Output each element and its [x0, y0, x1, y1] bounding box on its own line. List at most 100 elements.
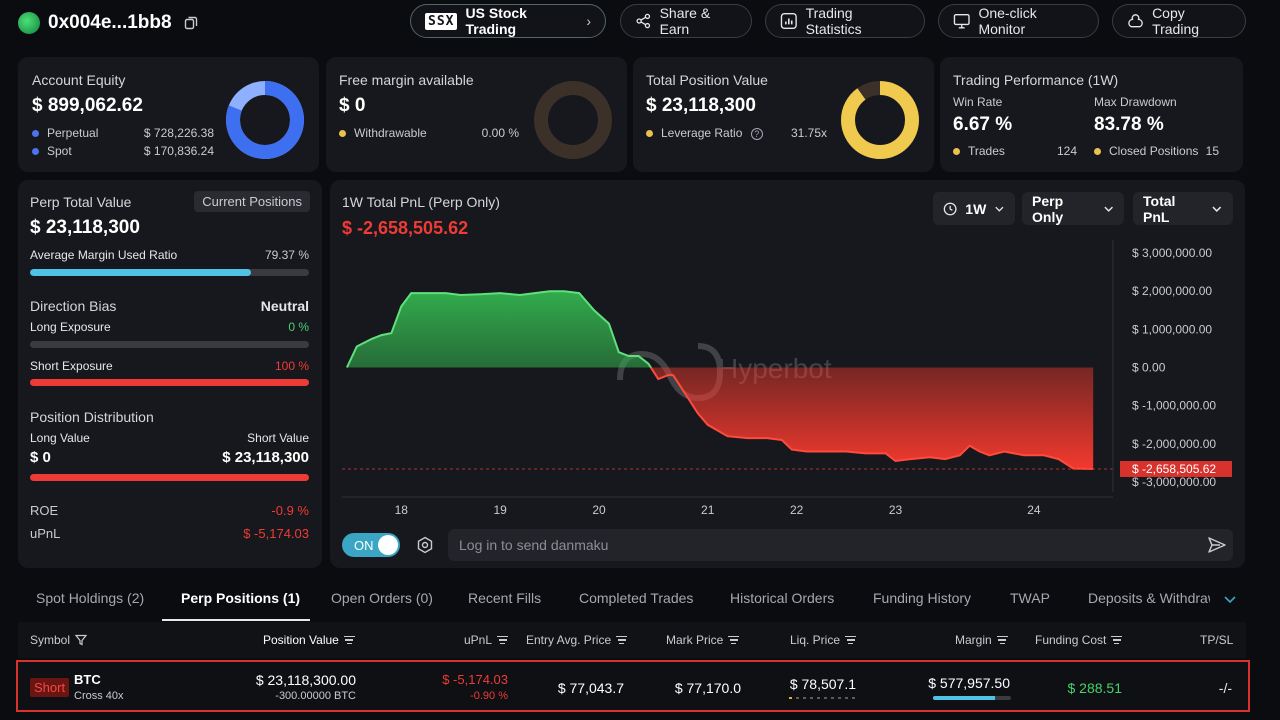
scope-dropdown[interactable]: Perp Only [1022, 192, 1124, 225]
help-icon[interactable]: ? [750, 127, 763, 140]
one-click-monitor-label: One-click Monitor [978, 5, 1037, 37]
header-position-value[interactable]: Position Value [263, 633, 355, 647]
x-tick-label: 23 [889, 503, 903, 517]
win-rate-label: Win Rate [953, 95, 1003, 109]
filter-icon[interactable] [75, 634, 88, 646]
copy-trading-button[interactable]: Copy Trading [1112, 4, 1246, 38]
current-positions-tag[interactable]: Current Positions [194, 191, 310, 212]
long-value-label: Long Value [30, 431, 90, 445]
symbol-name[interactable]: BTC [74, 672, 101, 687]
tabs-expand-chevron-icon[interactable] [1223, 592, 1237, 606]
wallet-header: 0x004e...1bb8 [18, 10, 198, 36]
perp-total-title: Perp Total Value [30, 194, 132, 210]
sort-icon [845, 634, 857, 647]
side-badge: Short [30, 678, 70, 697]
header-liq-price[interactable]: Liq. Price [790, 633, 857, 647]
tab-perp-positions[interactable]: Perp Positions (1) [181, 590, 300, 606]
withdrawable-dot [339, 130, 346, 138]
tab-open-orders[interactable]: Open Orders (0) [331, 590, 433, 606]
withdrawable-row: Withdrawable 0.00 % [339, 126, 519, 140]
header-tpsl-label: TP/SL [1200, 633, 1234, 647]
x-tick-label: 20 [592, 503, 606, 517]
pnl-chart: Hyperbot $ 3,000,000.00$ 2,000,000.00$ 1… [342, 240, 1232, 517]
header-entry-price[interactable]: Entry Avg. Price [526, 633, 628, 647]
tab-funding-history[interactable]: Funding History [873, 590, 971, 606]
tab-spot-holdings[interactable]: Spot Holdings (2) [36, 590, 144, 606]
tab-historical-orders[interactable]: Historical Orders [730, 590, 834, 606]
liq-price: $ 78,507.1 [789, 676, 856, 692]
danmaku-toggle[interactable]: ON [342, 533, 400, 557]
short-exposure-bar [30, 379, 309, 386]
pnl-type-dropdown[interactable]: Total PnL [1133, 192, 1233, 225]
row-upnl-pct: -0.90 % [470, 690, 508, 702]
trades-row: Trades 124 [953, 144, 1077, 158]
table-row[interactable]: Short BTC Cross 40x $ 23,118,300.00 -300… [16, 660, 1250, 712]
timeframe-dropdown[interactable]: 1W [933, 192, 1015, 225]
long-exposure-bar [30, 341, 309, 348]
entry-price: $ 77,043.7 [557, 680, 624, 696]
trades-dot [953, 148, 960, 156]
perp-total-value: $ 23,118,300 [30, 217, 140, 238]
closed-positions-row: Closed Positions 15 [1094, 144, 1219, 158]
header-mark-price[interactable]: Mark Price [666, 633, 740, 647]
settings-icon[interactable] [416, 536, 434, 559]
liq-indicator-mark [789, 697, 792, 699]
sort-icon [1111, 634, 1123, 647]
equity-title: Account Equity [32, 72, 126, 88]
margin-bar [933, 696, 1011, 700]
copy-trading-label: Copy Trading [1152, 5, 1200, 37]
distribution-bar [30, 474, 309, 481]
tab-twap[interactable]: TWAP [1010, 590, 1050, 606]
wallet-address: 0x004e...1bb8 [48, 12, 172, 33]
margin-mode: Cross 40x [74, 690, 124, 702]
margin-ratio-fill [30, 269, 252, 276]
scope-label: Perp Only [1032, 192, 1064, 225]
timeframe-label: 1W [965, 200, 987, 217]
wallet-avatar-icon [18, 12, 40, 34]
tab-deposits-withdraw[interactable]: Deposits & Withdraw [1088, 590, 1210, 606]
chevron-down-icon [1104, 206, 1113, 212]
equity-value: $ 899,062.62 [32, 95, 143, 116]
position-size: -300.00000 BTC [275, 690, 356, 702]
tab-recent-fills[interactable]: Recent Fills [468, 590, 541, 606]
toggle-label: ON [354, 538, 374, 553]
trading-statistics-button[interactable]: Trading Statistics [765, 4, 925, 38]
x-tick-label: 24 [1027, 503, 1041, 517]
header-funding-cost[interactable]: Funding Cost [1035, 633, 1123, 647]
share-earn-label: Share & Earn [659, 5, 711, 37]
danmaku-placeholder: Log in to send danmaku [459, 537, 609, 553]
share-earn-button[interactable]: Share & Earn [620, 4, 752, 38]
y-tick-label: $ 1,000,000.00 [1132, 322, 1212, 336]
y-tick-label: $ -1,000,000.00 [1132, 399, 1216, 413]
margin-ratio-label: Average Margin Used Ratio [30, 248, 178, 262]
leverage-label: Leverage Ratio [661, 126, 743, 140]
one-click-monitor-button[interactable]: One-click Monitor [938, 4, 1099, 38]
tpsl-value[interactable]: -/- [1219, 680, 1232, 696]
drawdown-label: Max Drawdown [1094, 95, 1177, 109]
trading-performance-card: Trading Performance (1W) Win Rate 6.67 %… [940, 57, 1243, 172]
copy-icon[interactable] [184, 16, 198, 30]
margin-title: Free margin available [339, 72, 474, 88]
header-position-value-label: Position Value [263, 633, 339, 647]
closed-label: Closed Positions [1109, 144, 1199, 158]
perp-total-panel: Perp Total Value Current Positions $ 23,… [18, 180, 322, 568]
tab-completed-trades[interactable]: Completed Trades [579, 590, 693, 606]
us-stock-trading-button[interactable]: SSX US Stock Trading › [410, 4, 606, 38]
margin-donut [534, 81, 612, 159]
trading-statistics-label: Trading Statistics [805, 5, 862, 37]
header-liq-price-label: Liq. Price [790, 633, 841, 647]
danmaku-input[interactable]: Log in to send danmaku [448, 529, 1233, 561]
roe-label: ROE [30, 503, 59, 518]
clock-icon [943, 202, 957, 215]
current-value-badge-text: $ -2,658,505.62 [1132, 462, 1216, 476]
direction-bias-label: Direction Bias [30, 298, 117, 314]
y-tick-label: $ -3,000,000.00 [1132, 475, 1216, 489]
sort-icon [728, 634, 740, 647]
chevron-right-icon: › [586, 13, 591, 29]
header-funding-cost-label: Funding Cost [1035, 633, 1107, 647]
send-icon[interactable] [1207, 535, 1227, 555]
header-upnl[interactable]: uPnL [464, 633, 509, 647]
header-margin[interactable]: Margin [955, 633, 1008, 647]
header-symbol[interactable]: Symbol [30, 633, 88, 647]
free-margin-card: Free margin available $ 0 Withdrawable 0… [326, 57, 627, 172]
